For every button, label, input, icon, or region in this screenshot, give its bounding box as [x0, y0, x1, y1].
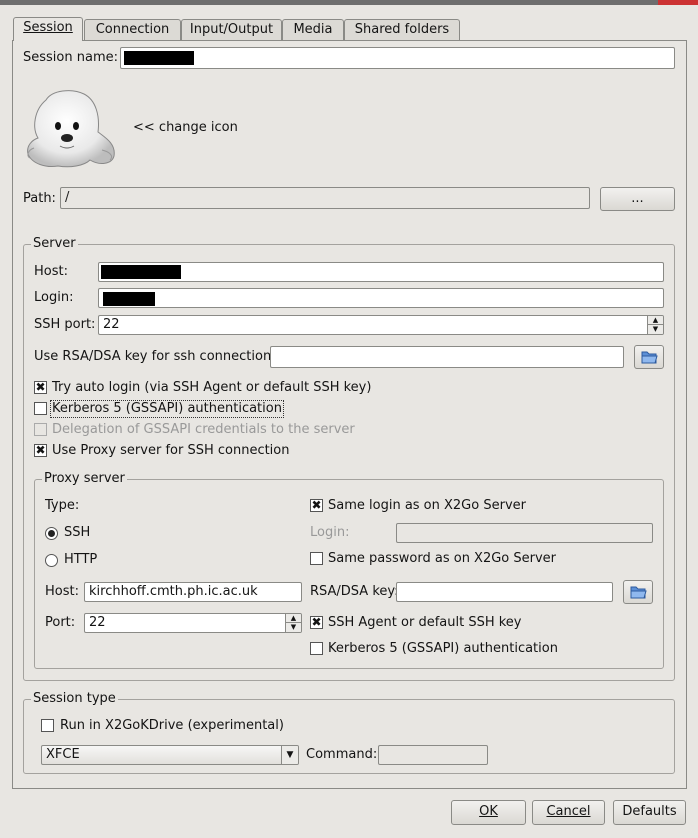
proxy-kerberos-checkbox[interactable]	[310, 642, 323, 655]
same-password-label: Same password as on X2Go Server	[328, 551, 557, 566]
session-icon-seal[interactable]	[24, 86, 119, 170]
redacted-text	[124, 51, 194, 65]
proxy-port-value: 22	[89, 615, 106, 630]
same-login-checkbox[interactable]: ✖	[310, 499, 323, 512]
same-login-label: Same login as on X2Go Server	[328, 498, 526, 513]
defaults-button[interactable]: Defaults	[613, 800, 686, 825]
proxy-type-http-label: HTTP	[64, 552, 98, 567]
proxy-rsa-label: RSA/DSA key:	[310, 584, 399, 599]
browse-path-button[interactable]: ...	[600, 187, 675, 211]
host-input[interactable]	[98, 262, 664, 282]
same-password-checkbox[interactable]	[310, 552, 323, 565]
tab-session[interactable]: Session	[13, 17, 83, 41]
rsa-key-label: Use RSA/DSA key for ssh connection:	[34, 349, 276, 364]
try-auto-login-label: Try auto login (via SSH Agent or default…	[52, 380, 372, 395]
delegation-label: Delegation of GSSAPI credentials to the …	[52, 422, 355, 437]
use-proxy-checkbox[interactable]: ✖	[34, 444, 47, 457]
host-label: Host:	[34, 264, 68, 279]
ssh-port-spin-buttons[interactable]: ▲ ▼	[647, 316, 663, 334]
command-label: Command:	[306, 747, 378, 762]
try-auto-login-checkbox[interactable]: ✖	[34, 381, 47, 394]
session-name-label: Session name:	[23, 50, 118, 65]
ssh-port-spinbox[interactable]: 22 ▲ ▼	[98, 315, 664, 335]
proxy-server-title: Proxy server	[42, 471, 127, 486]
session-type-select[interactable]: XFCE ▼	[41, 745, 299, 765]
command-input[interactable]	[378, 745, 488, 765]
login-label: Login:	[34, 290, 74, 305]
redacted-text	[103, 292, 155, 306]
kerberos-checkbox[interactable]	[34, 402, 47, 415]
tab-input-output[interactable]: Input/Output	[181, 19, 282, 40]
session-name-input[interactable]	[120, 47, 675, 69]
proxy-port-spin-buttons[interactable]: ▲ ▼	[285, 614, 301, 632]
path-input[interactable]: /	[60, 187, 590, 209]
proxy-rsa-input[interactable]	[396, 582, 613, 602]
use-proxy-label: Use Proxy server for SSH connection	[52, 443, 290, 458]
radio-selected-dot	[48, 530, 55, 537]
rsa-key-browse-button[interactable]	[634, 345, 664, 369]
close-area[interactable]	[658, 0, 698, 5]
spin-down-icon[interactable]: ▼	[286, 623, 301, 632]
ssh-port-value: 22	[103, 317, 120, 332]
server-group-title: Server	[31, 236, 78, 251]
proxy-rsa-browse-button[interactable]	[623, 580, 653, 604]
proxy-type-label: Type:	[45, 498, 80, 513]
proxy-type-http-radio[interactable]	[45, 554, 58, 567]
tab-shared-folders[interactable]: Shared folders	[344, 19, 460, 40]
redacted-text	[101, 265, 181, 279]
session-type-title: Session type	[31, 691, 118, 706]
ssh-agent-checkbox[interactable]: ✖	[310, 616, 323, 629]
proxy-login-label: Login:	[310, 525, 350, 540]
rsa-key-input[interactable]	[270, 346, 624, 368]
proxy-host-label: Host:	[45, 584, 79, 599]
window-titlebar-strip	[0, 0, 698, 5]
tab-connection[interactable]: Connection	[84, 19, 181, 40]
run-x2gokdrive-checkbox[interactable]	[41, 719, 54, 732]
tab-media[interactable]: Media	[282, 19, 344, 40]
proxy-port-spinbox[interactable]: 22 ▲ ▼	[84, 613, 302, 633]
kerberos-label: Kerberos 5 (GSSAPI) authentication	[50, 400, 284, 418]
folder-open-icon	[630, 586, 647, 599]
proxy-login-input[interactable]	[396, 523, 653, 543]
proxy-type-ssh-label: SSH	[64, 525, 91, 540]
session-type-value: XFCE	[46, 747, 80, 762]
ssh-agent-label: SSH Agent or default SSH key	[328, 615, 522, 630]
folder-open-icon	[641, 351, 658, 364]
ssh-port-label: SSH port:	[34, 317, 96, 332]
run-x2gokdrive-label: Run in X2GoKDrive (experimental)	[60, 718, 284, 733]
spin-up-icon[interactable]: ▲	[286, 614, 301, 623]
proxy-port-label: Port:	[45, 615, 76, 630]
chevron-down-icon[interactable]: ▼	[281, 746, 298, 764]
change-icon-label[interactable]: << change icon	[133, 120, 238, 136]
cancel-button[interactable]: Cancel	[532, 800, 605, 825]
delegation-checkbox[interactable]	[34, 423, 47, 436]
spin-up-icon[interactable]: ▲	[648, 316, 663, 325]
ok-button[interactable]: OK	[451, 800, 526, 825]
proxy-kerberos-label: Kerberos 5 (GSSAPI) authentication	[328, 641, 558, 656]
proxy-host-input[interactable]: kirchhoff.cmth.ph.ic.ac.uk	[84, 582, 302, 602]
path-label: Path:	[23, 191, 56, 206]
spin-down-icon[interactable]: ▼	[648, 325, 663, 334]
proxy-type-ssh-radio[interactable]	[45, 527, 58, 540]
seal-icon	[27, 90, 115, 168]
login-input[interactable]	[98, 288, 664, 308]
